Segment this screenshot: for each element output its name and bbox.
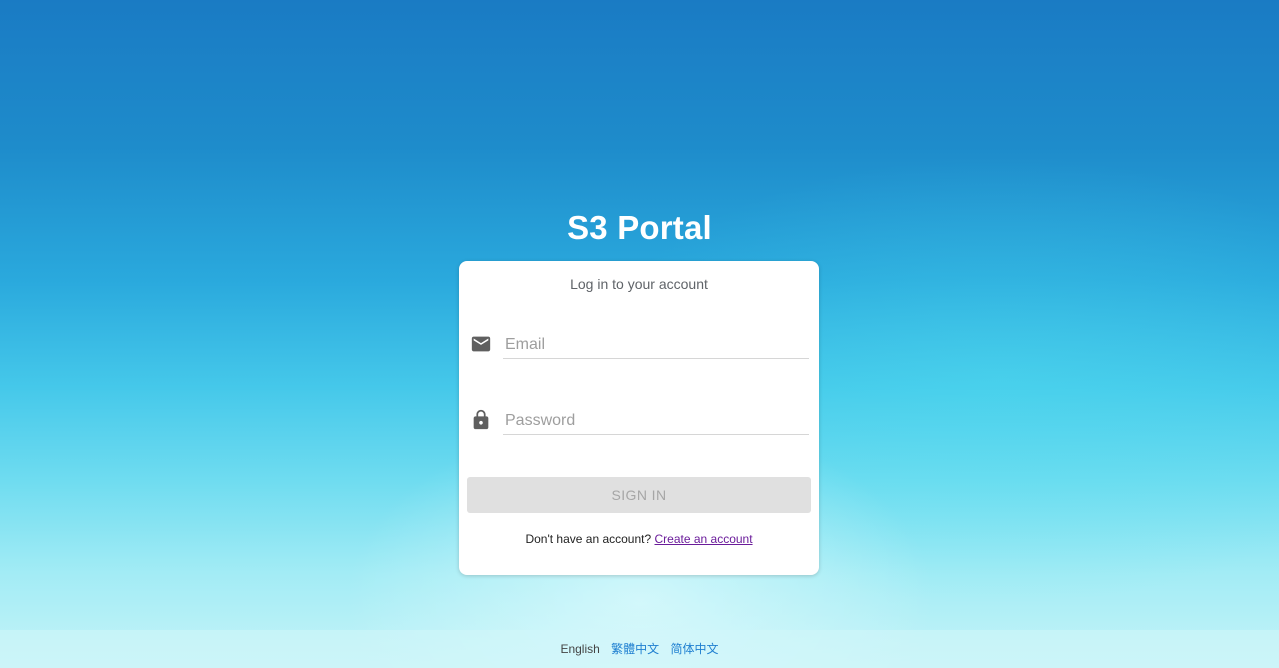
login-heading: Log in to your account xyxy=(570,276,708,292)
email-input[interactable] xyxy=(503,331,809,359)
page-title: S3 Portal xyxy=(567,209,712,246)
password-input[interactable] xyxy=(503,407,809,435)
create-account-link[interactable]: Create an account xyxy=(655,532,753,546)
password-field-row xyxy=(459,403,819,443)
language-footer: English 繁體中文 简体中文 xyxy=(0,630,1279,668)
login-card: Log in to your account SIGN IN Don't hav… xyxy=(459,261,819,575)
language-traditional-chinese[interactable]: 繁體中文 xyxy=(611,642,659,656)
mail-icon xyxy=(470,333,492,355)
signup-row: Don't have an account? Create an account xyxy=(459,532,819,546)
email-field-row xyxy=(459,327,819,367)
language-english[interactable]: English xyxy=(560,642,599,656)
lock-icon xyxy=(470,409,492,431)
language-simplified-chinese[interactable]: 简体中文 xyxy=(671,642,719,656)
sign-in-button[interactable]: SIGN IN xyxy=(467,477,811,513)
signup-prompt: Don't have an account? xyxy=(525,532,652,546)
